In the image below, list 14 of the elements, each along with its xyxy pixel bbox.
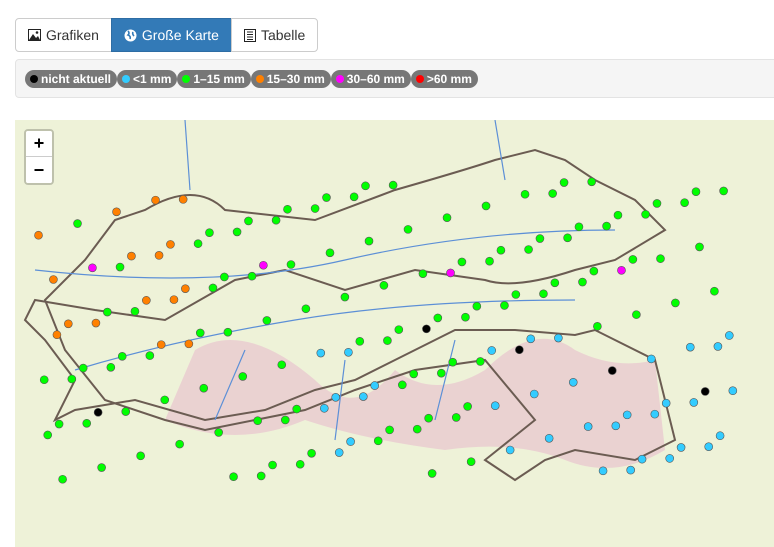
view-tab[interactable]: Tabelle (230, 18, 318, 52)
legend-badge: 30–60 mm (330, 70, 411, 88)
view-tab[interactable]: Grafiken (15, 18, 112, 52)
zoom-in-button[interactable]: + (26, 131, 52, 157)
list-icon (244, 28, 256, 42)
legend-badge: <1 mm (117, 70, 178, 88)
legend-badge: nicht aktuell (25, 70, 118, 88)
picture-icon (28, 29, 41, 41)
legend-badge: >60 mm (410, 70, 478, 88)
zoom-out-button[interactable]: − (26, 157, 52, 183)
legend-badge: 15–30 mm (250, 70, 331, 88)
legend-badge: 1–15 mm (177, 70, 251, 88)
globe-icon (124, 28, 137, 42)
view-tab[interactable]: Große Karte (110, 18, 232, 52)
